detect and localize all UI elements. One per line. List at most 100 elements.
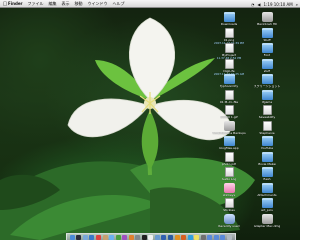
terminal-icon[interactable]	[141, 234, 147, 240]
desktop-icon[interactable]: Font	[248, 43, 286, 57]
doc-icon	[224, 43, 234, 53]
desktop-icon[interactable]: blogfiles.app	[210, 136, 248, 150]
desktop-icon[interactable]: Recently used	[210, 213, 248, 228]
dock	[66, 233, 236, 240]
desktop-icon-label: YouTube	[260, 147, 274, 150]
folder-icon	[261, 198, 273, 208]
doc-icon	[224, 167, 234, 177]
desktop-icon-label: Downloads	[220, 23, 238, 26]
desktop-icon-label: art_pics	[261, 209, 273, 212]
folder-icon	[261, 74, 273, 84]
spotlight-icon[interactable]: ⌕	[296, 2, 298, 7]
ical-icon[interactable]	[95, 234, 101, 240]
menu-edit[interactable]: 編集	[49, 1, 57, 7]
doc-icon	[224, 58, 234, 69]
desktop-icon[interactable]: art_pics	[248, 198, 286, 212]
desktop-icon[interactable]: Attachments	[248, 182, 286, 197]
desktop-icon-label: photo.pdf	[221, 162, 237, 166]
desktop-icon-label: stickeys	[222, 193, 236, 197]
desktop-icon[interactable]: Stephanie	[248, 120, 286, 135]
desktop-icon-label: stuff	[263, 69, 271, 73]
desktop-icon[interactable]: スクリーンショット	[248, 74, 286, 88]
desktop-icon[interactable]: 00000 1.gif	[210, 105, 248, 119]
desktop-icon[interactable]: Downloads	[210, 12, 248, 26]
folder-icon	[223, 136, 235, 146]
desktop-icon-label: blogfiles.app	[219, 147, 239, 150]
desktop-icon-label: Adapter Mac.dmg	[253, 224, 281, 228]
desktop-icon[interactable]: photo.pdf	[210, 151, 248, 166]
doc-icon	[224, 89, 234, 100]
preview-icon[interactable]	[154, 234, 160, 240]
desktop-icon[interactable]: 01 M.-D.-file	[210, 89, 248, 104]
desktop-icon[interactable]: Audio Log	[210, 167, 248, 181]
desktop-icon[interactable]: Saveability	[248, 105, 286, 119]
desktop-icon[interactable]: TimeMachine Backups	[210, 120, 248, 135]
menubar-clock[interactable]: 1:19 10:10 AM	[264, 2, 293, 7]
menu-view[interactable]: 表示	[62, 1, 70, 7]
menu-go[interactable]: 移動	[75, 1, 83, 7]
volume-icon[interactable]: ◀	[257, 2, 260, 7]
desktop-icon-label: Recently used	[218, 224, 240, 228]
firefox-icon[interactable]	[181, 234, 187, 240]
folder-icon	[261, 182, 273, 193]
menu-file[interactable]: ファイル	[28, 1, 44, 7]
folder-icon	[261, 167, 273, 177]
textedit-icon[interactable]	[148, 234, 154, 240]
imovie-icon[interactable]	[122, 234, 128, 240]
doc-icon	[224, 27, 234, 38]
folder-icon	[261, 136, 273, 146]
downloads-icon[interactable]	[220, 234, 226, 240]
documents-icon[interactable]	[213, 234, 219, 240]
folder-icon	[261, 89, 273, 100]
menu-help[interactable]: ヘルプ	[113, 1, 125, 7]
pdf-icon	[224, 151, 234, 162]
applications-icon[interactable]	[207, 234, 213, 240]
menu-finder[interactable]: Finder	[8, 1, 23, 6]
desktop-icon-label: 01 M.-D.-file	[219, 100, 239, 104]
skype-icon[interactable]	[187, 234, 193, 240]
folder-icon	[261, 27, 273, 38]
desktop-icon[interactable]: stuff	[248, 58, 286, 73]
preferences-icon[interactable]	[135, 234, 141, 240]
addressbook-icon[interactable]	[102, 234, 108, 240]
finder-icon[interactable]	[69, 234, 75, 240]
trash-icon[interactable]	[226, 234, 232, 240]
desktop-icon[interactable]: TyphoonCity	[210, 74, 248, 88]
stickies-icon[interactable]	[194, 234, 200, 240]
disk-icon	[261, 213, 273, 224]
desktop-icon-label: Movie Maker	[257, 162, 277, 166]
desktop-icon-label: Macintosh HD	[256, 23, 278, 26]
mail-icon[interactable]	[82, 234, 88, 240]
desktop-icon[interactable]: Stickies	[210, 198, 248, 212]
quicktime-icon[interactable]	[161, 234, 167, 240]
pdf-icon	[224, 105, 234, 115]
safari-icon[interactable]	[89, 234, 95, 240]
desktop-icon[interactable]: YouTube	[248, 136, 286, 150]
desktop-icon[interactable]: Stuff	[248, 27, 286, 42]
garageband-icon[interactable]	[128, 234, 134, 240]
petal	[67, 98, 148, 138]
calculator-icon[interactable]	[200, 234, 206, 240]
iphoto-icon[interactable]	[115, 234, 121, 240]
desktop[interactable]:  Finder ファイル 編集 表示 移動 ウインドウ ヘルプ ◔ ◀ 1:1…	[0, 0, 300, 240]
desktop-icon[interactable]: flash	[248, 167, 286, 181]
wifi-icon[interactable]: ◔	[251, 2, 255, 7]
itunes-icon[interactable]	[109, 234, 115, 240]
desktop-icon-label: Saveability	[258, 116, 276, 119]
desktop-icon[interactable]: Macintosh HD	[248, 12, 286, 26]
desktop-icon[interactable]: Movie Maker	[248, 151, 286, 166]
menu-window[interactable]: ウインドウ	[88, 1, 108, 7]
desktop-icon[interactable]: Adapter Mac.dmg	[248, 213, 286, 228]
disk-icon	[223, 120, 235, 131]
desktop-icon-label: ifgame	[261, 100, 273, 104]
doc-icon	[262, 105, 272, 115]
photoshop-icon[interactable]	[167, 234, 173, 240]
illustrator-icon[interactable]	[174, 234, 180, 240]
desktop-icon[interactable]: ifgame	[248, 89, 286, 104]
desktop-icon-label: Font	[263, 54, 271, 57]
desktop-icon[interactable]: stickeys	[210, 182, 248, 197]
desktop-icon-label: スクリーンショット	[253, 85, 281, 88]
folder-icon	[223, 12, 235, 22]
dashboard-icon[interactable]	[76, 234, 82, 240]
desktop-icon-label: Stephanie	[259, 131, 275, 135]
